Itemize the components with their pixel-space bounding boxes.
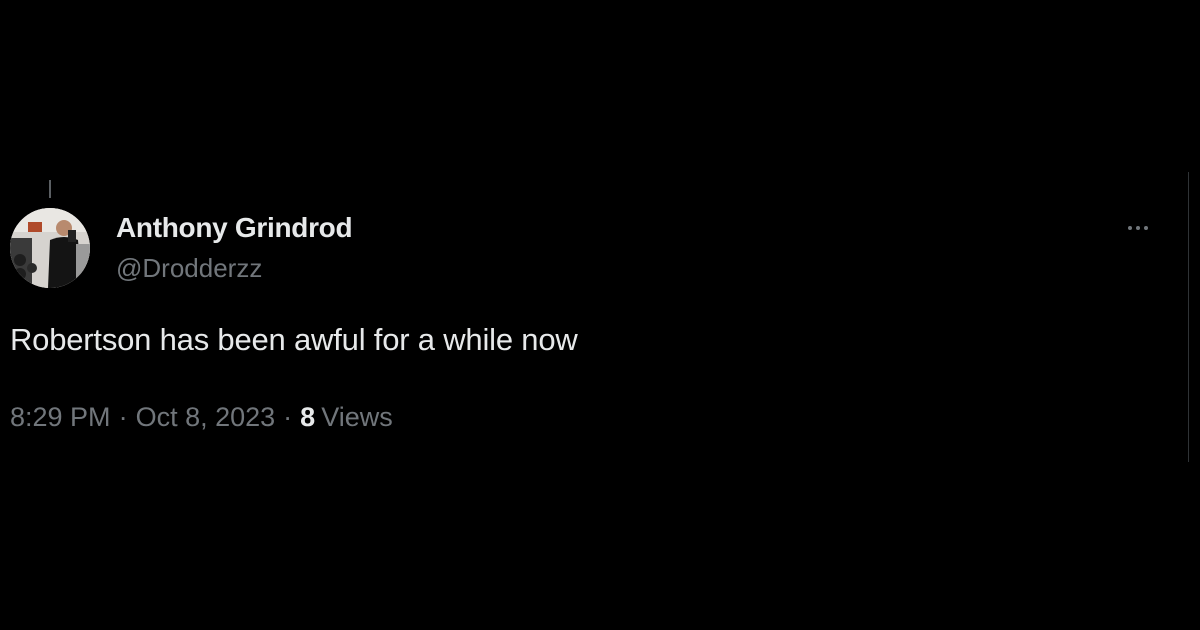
- author-handle[interactable]: @Drodderzz: [116, 253, 262, 284]
- tweet-text: Robertson has been awful for a while now: [10, 322, 578, 357]
- thread-connector-line: [49, 180, 51, 198]
- tweet-date[interactable]: Oct 8, 2023: [136, 402, 276, 433]
- avatar-photo-icon: [10, 208, 90, 288]
- meta-separator: ·: [118, 402, 128, 432]
- views-label[interactable]: Views: [321, 402, 393, 433]
- more-horizontal-icon-dot: [1136, 226, 1140, 230]
- tweet-time[interactable]: 8:29 PM: [10, 402, 111, 433]
- more-horizontal-icon: [1128, 226, 1132, 230]
- more-options-button[interactable]: [1118, 214, 1158, 242]
- author-name[interactable]: Anthony Grindrod: [116, 212, 353, 244]
- timeline-border: [1188, 172, 1189, 462]
- meta-separator: ·: [283, 402, 293, 432]
- more-horizontal-icon-dot: [1144, 226, 1148, 230]
- tweet-meta: 8:29 PM · Oct 8, 2023 · 8 Views: [10, 402, 393, 433]
- avatar[interactable]: [10, 208, 90, 288]
- views-count[interactable]: 8: [300, 402, 315, 433]
